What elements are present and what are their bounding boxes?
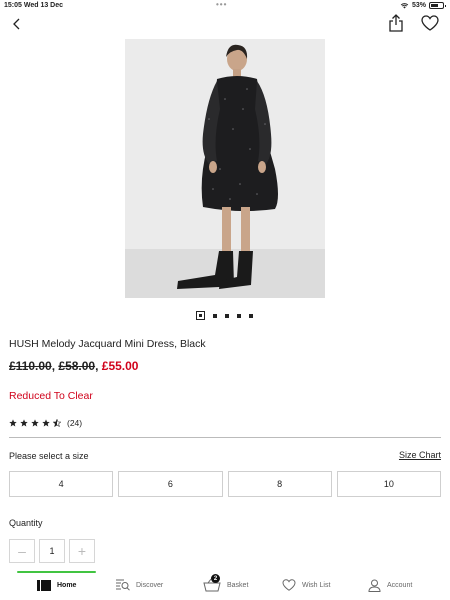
size-chart-link[interactable]: Size Chart xyxy=(399,450,441,460)
tab-label: Home xyxy=(57,581,77,589)
pager-dot[interactable] xyxy=(213,313,217,318)
quantity-increase-button[interactable]: + xyxy=(69,539,95,563)
divider xyxy=(9,437,441,438)
status-bar: 15:05 Wed 13 Dec ••• 53% xyxy=(0,0,450,12)
quantity-value[interactable]: 1 xyxy=(39,539,65,563)
star-icon xyxy=(9,419,17,427)
status-indicators: 53% xyxy=(400,2,446,9)
quantity-decrease-button[interactable]: – xyxy=(9,539,35,563)
pager-dot[interactable] xyxy=(237,313,241,318)
star-half-icon xyxy=(53,419,61,427)
star-icon xyxy=(20,419,28,427)
review-count: (24) xyxy=(67,418,83,428)
wifi-icon xyxy=(400,3,409,9)
size-option-10[interactable]: 10 xyxy=(336,471,441,497)
tab-label: Wish List xyxy=(302,581,331,589)
tab-account[interactable]: Account xyxy=(368,577,412,593)
price-row: £110.00, £58.00, £55.00 xyxy=(9,359,138,373)
product-title: HUSH Melody Jacquard Mini Dress, Black xyxy=(9,338,206,350)
multitask-dots-icon: ••• xyxy=(216,0,228,9)
chevron-left-icon[interactable] xyxy=(10,17,24,31)
battery-icon xyxy=(429,2,446,9)
price-was-2: £58.00 xyxy=(58,359,96,373)
tab-label: Discover xyxy=(136,581,164,589)
size-prompt: Please select a size xyxy=(9,451,89,461)
tab-wishlist[interactable]: Wish List xyxy=(282,577,330,593)
size-option-8[interactable]: 8 xyxy=(227,471,332,497)
size-options: 4 6 8 10 xyxy=(9,471,441,497)
status-time: 15:05 Wed 13 Dec xyxy=(4,2,64,9)
star-icon xyxy=(42,419,50,427)
share-icon[interactable] xyxy=(388,14,404,32)
price-was: £110.00 xyxy=(9,359,52,373)
discover-icon xyxy=(116,579,130,591)
home-icon xyxy=(37,579,51,591)
quantity-label: Quantity xyxy=(9,518,43,528)
price-separator: , xyxy=(95,359,102,373)
pager-dot[interactable] xyxy=(196,311,205,320)
rating[interactable]: (24) xyxy=(9,418,82,428)
quantity-stepper: – 1 + xyxy=(9,539,95,563)
account-icon xyxy=(368,579,381,592)
size-option-4[interactable]: 4 xyxy=(9,471,114,497)
promo-label: Reduced To Clear xyxy=(9,390,93,402)
tab-home[interactable]: Home xyxy=(37,577,76,593)
battery-percent: 53% xyxy=(411,2,426,9)
tab-discover[interactable]: Discover xyxy=(116,577,163,593)
tab-label: Account xyxy=(387,581,413,589)
star-icon xyxy=(31,419,39,427)
active-tab-indicator xyxy=(17,571,96,573)
image-pager xyxy=(196,311,253,320)
tab-basket[interactable]: 2 Basket xyxy=(203,574,249,593)
price-now: £55.00 xyxy=(101,359,139,373)
basket-icon-wrap: 2 xyxy=(203,574,221,592)
size-option-6[interactable]: 6 xyxy=(118,471,223,497)
heart-icon xyxy=(282,579,296,591)
tab-label: Basket xyxy=(227,581,249,589)
pager-dot[interactable] xyxy=(249,313,253,318)
product-image[interactable] xyxy=(125,39,325,298)
basket-count-badge: 2 xyxy=(211,574,220,583)
pager-dot[interactable] xyxy=(225,313,229,318)
model-photo xyxy=(125,39,325,298)
heart-icon[interactable] xyxy=(421,15,439,31)
